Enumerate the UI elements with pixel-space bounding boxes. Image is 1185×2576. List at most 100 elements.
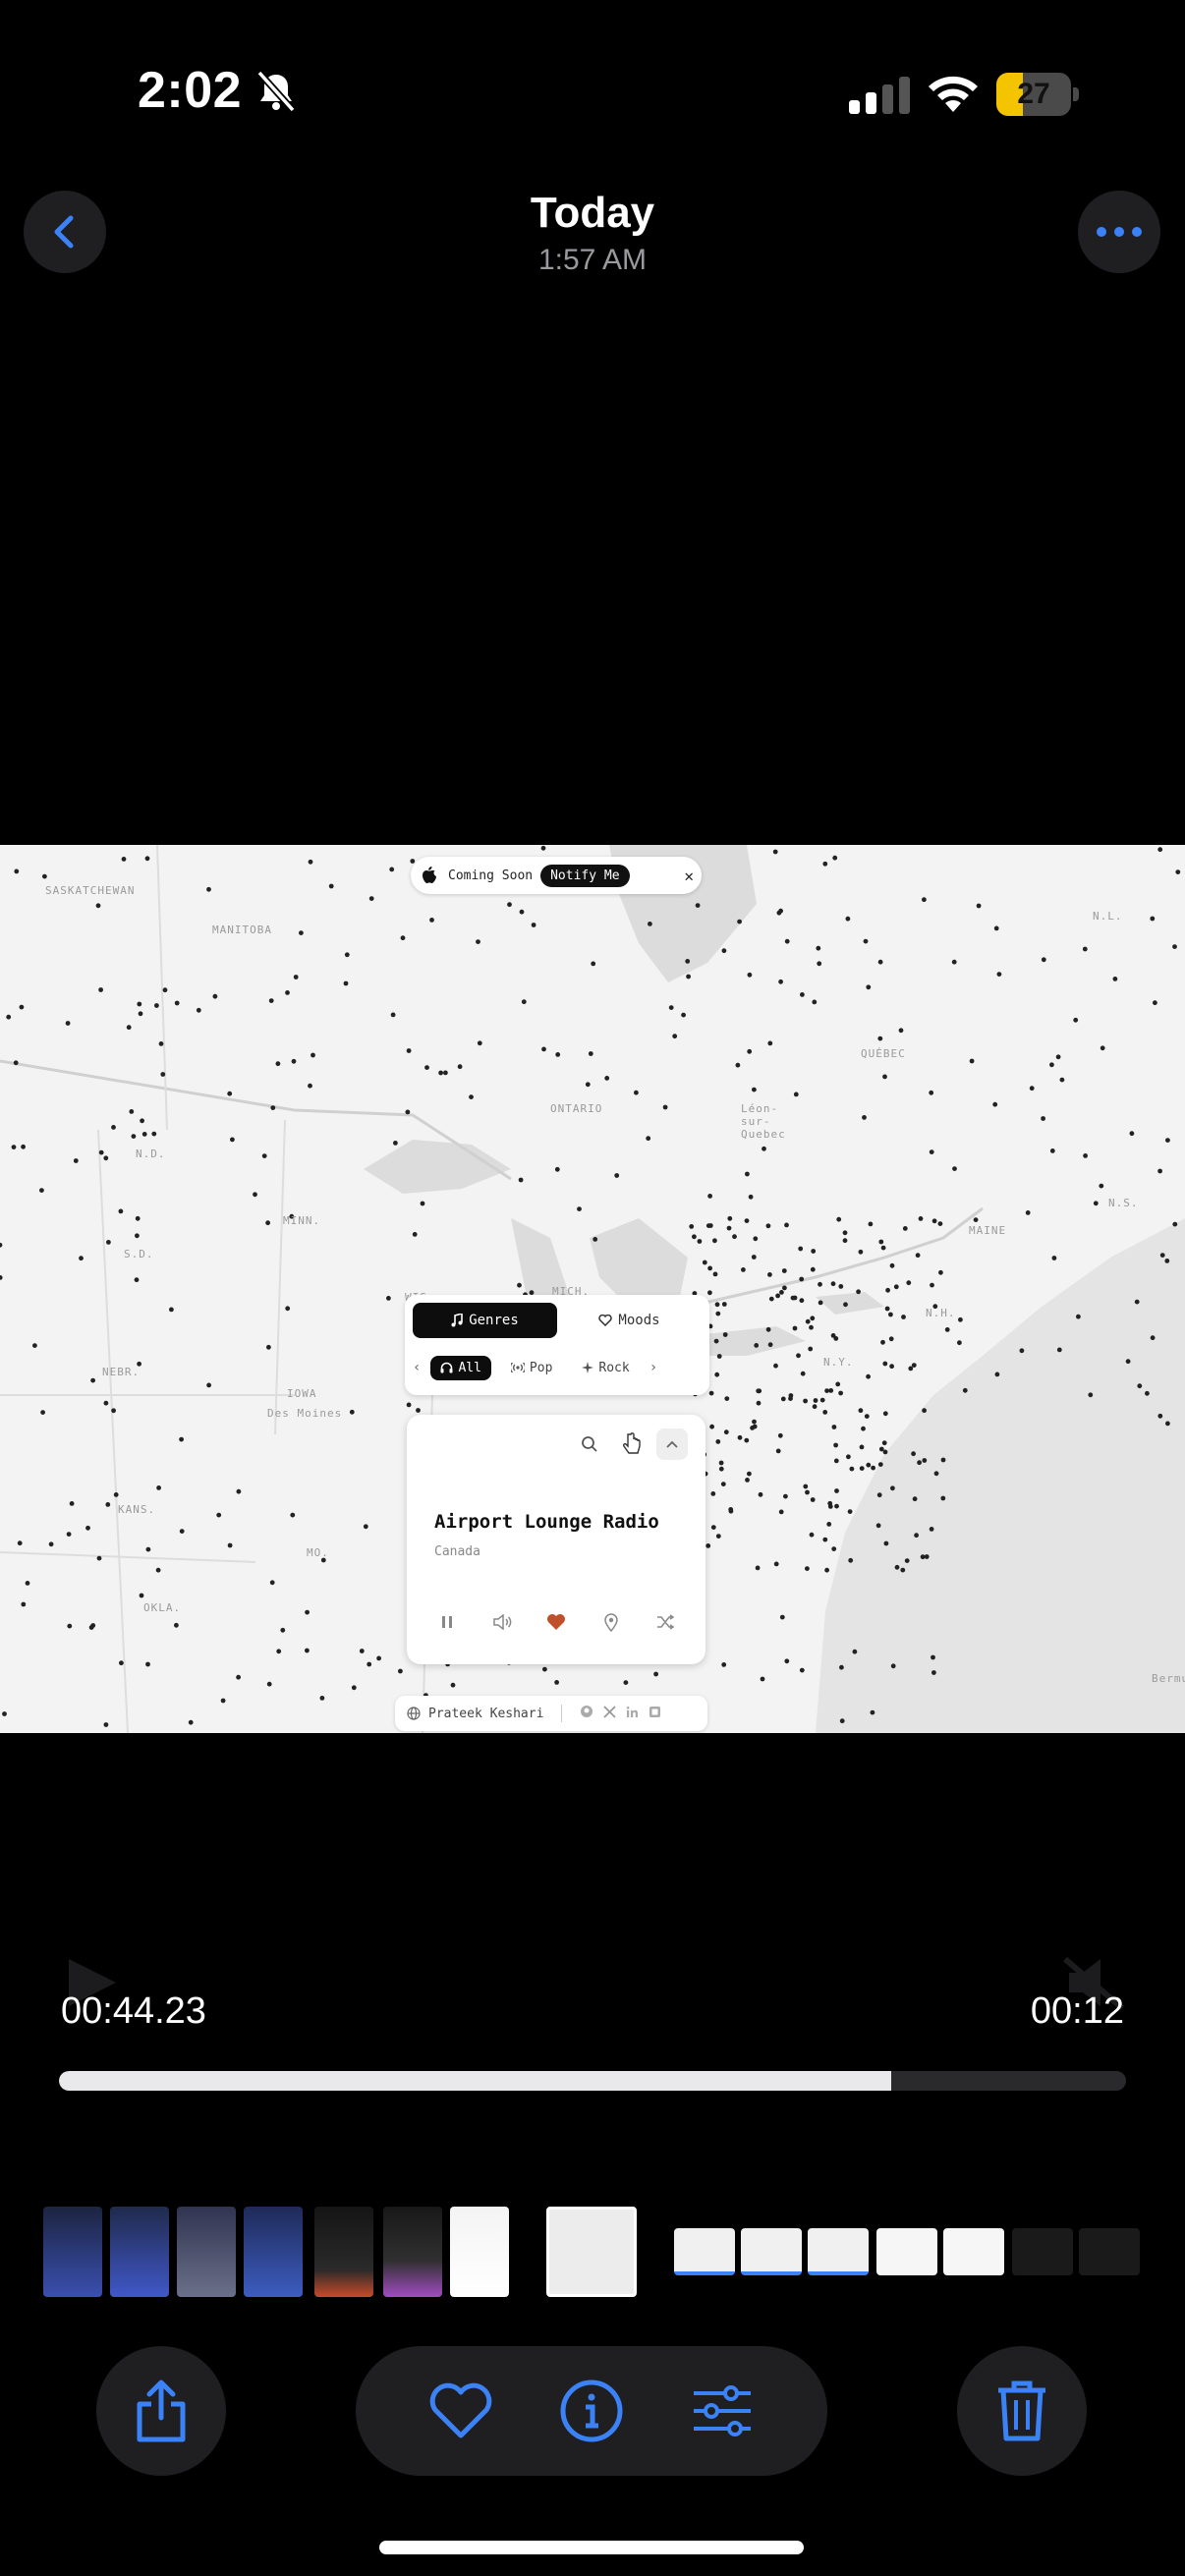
radio-station-dot[interactable] (918, 1216, 924, 1221)
radio-station-dot[interactable] (457, 1064, 463, 1070)
radio-station-dot[interactable] (911, 1363, 917, 1368)
radio-station-dot[interactable] (839, 1718, 845, 1724)
radio-station-dot[interactable] (728, 1507, 734, 1512)
radio-station-dot[interactable] (131, 1134, 137, 1139)
radio-station-dot[interactable] (944, 1327, 950, 1332)
radio-station-dot[interactable] (695, 903, 701, 908)
radio-station-dot[interactable] (299, 930, 304, 935)
radio-station-dot[interactable] (914, 1533, 919, 1539)
radio-station-dot[interactable] (285, 1306, 291, 1312)
radio-station-dot[interactable] (877, 1462, 883, 1467)
radio-station-dot[interactable] (784, 1658, 790, 1664)
radio-station-dot[interactable] (882, 1361, 888, 1367)
radio-station-dot[interactable] (305, 1648, 310, 1653)
radio-station-dot[interactable] (290, 1512, 296, 1518)
radio-station-dot[interactable] (111, 1408, 116, 1414)
radio-station-dot[interactable] (793, 1092, 799, 1097)
radio-station-dot[interactable] (894, 1564, 900, 1570)
radio-station-dot[interactable] (227, 1542, 233, 1548)
radio-station-dot[interactable] (917, 1460, 922, 1466)
favorite-button[interactable] (417, 2367, 505, 2455)
radio-station-dot[interactable] (144, 856, 150, 862)
radio-station-dot[interactable] (760, 1676, 765, 1682)
thumbnail[interactable] (314, 2207, 373, 2297)
radio-station-dot[interactable] (767, 1342, 773, 1348)
radio-station-dot[interactable] (126, 1025, 132, 1031)
radio-station-dot[interactable] (931, 1218, 937, 1224)
radio-station-dot[interactable] (140, 1118, 145, 1124)
radio-station-dot[interactable] (957, 1340, 962, 1346)
radio-station-dot[interactable] (230, 1137, 235, 1143)
radio-station-dot[interactable] (98, 987, 103, 992)
radio-station-dot[interactable] (1165, 1138, 1170, 1143)
radio-station-dot[interactable] (809, 1532, 815, 1538)
radio-station-dot[interactable] (765, 1223, 771, 1229)
tab-moods[interactable]: Moods (557, 1303, 702, 1338)
radio-station-dot[interactable] (750, 1426, 755, 1430)
radio-station-dot[interactable] (866, 984, 872, 990)
radio-station-dot[interactable] (842, 1230, 848, 1236)
radio-station-dot[interactable] (882, 1411, 888, 1417)
radio-station-dot[interactable] (976, 903, 982, 909)
radio-station-dot[interactable] (880, 1245, 886, 1251)
radio-station-dot[interactable] (833, 1458, 839, 1464)
radio-station-dot[interactable] (1055, 1054, 1061, 1060)
radio-station-dot[interactable] (270, 1105, 276, 1110)
radio-station-dot[interactable] (778, 1509, 784, 1515)
thumbnail[interactable] (110, 2207, 169, 2297)
radio-station-dot[interactable] (469, 1094, 474, 1099)
radio-station-dot[interactable] (973, 1217, 979, 1222)
radio-station-dot[interactable] (406, 1402, 412, 1408)
radio-station-dot[interactable] (835, 1381, 841, 1387)
share-button[interactable] (96, 2346, 226, 2476)
radio-station-dot[interactable] (268, 998, 274, 1003)
chevron-up-icon[interactable] (656, 1428, 688, 1460)
radio-station-dot[interactable] (412, 1232, 418, 1237)
radio-station-dot[interactable] (845, 916, 851, 922)
radio-station-dot[interactable] (798, 1246, 804, 1252)
radio-station-dot[interactable] (831, 1546, 837, 1551)
radio-station-dot[interactable] (781, 1268, 787, 1273)
more-options-button[interactable] (1078, 191, 1160, 273)
radio-station-dot[interactable] (646, 1136, 651, 1142)
radio-station-dot[interactable] (737, 1434, 743, 1440)
radio-station-dot[interactable] (662, 1104, 668, 1110)
filter-all[interactable]: All (430, 1355, 491, 1380)
radio-station-dot[interactable] (517, 1282, 522, 1288)
thumbnail[interactable] (43, 2207, 102, 2297)
radio-station-dot[interactable] (227, 1091, 233, 1096)
radio-station-dot[interactable] (846, 1454, 851, 1460)
radio-station-dot[interactable] (685, 959, 691, 964)
radio-station-dot[interactable] (179, 1436, 185, 1442)
radio-station-dot[interactable] (847, 1509, 853, 1514)
thumbnail[interactable] (808, 2228, 869, 2275)
radio-station-dot[interactable] (343, 980, 349, 986)
radio-station-dot[interactable] (911, 1451, 916, 1457)
radio-station-dot[interactable] (858, 1249, 864, 1255)
radio-station-dot[interactable] (398, 1668, 403, 1674)
radio-station-dot[interactable] (708, 1390, 714, 1396)
radio-station-dot[interactable] (748, 1194, 754, 1200)
radio-station-dot[interactable] (810, 1497, 816, 1502)
radio-station-dot[interactable] (169, 1307, 174, 1313)
radio-station-dot[interactable] (714, 1372, 720, 1377)
radio-station-dot[interactable] (937, 1221, 943, 1226)
radio-station-dot[interactable] (319, 1696, 325, 1701)
radio-station-dot[interactable] (285, 990, 290, 995)
radio-station-dot[interactable] (994, 1372, 1000, 1377)
radio-station-dot[interactable] (816, 945, 821, 951)
radio-station-dot[interactable] (293, 975, 299, 980)
radio-station-dot[interactable] (21, 1144, 26, 1149)
radio-station-dot[interactable] (858, 1408, 864, 1414)
radio-station-dot[interactable] (712, 1238, 717, 1244)
radio-station-dot[interactable] (135, 1233, 140, 1239)
radio-station-dot[interactable] (747, 1048, 753, 1054)
radio-station-dot[interactable] (832, 855, 838, 861)
radio-station-dot[interactable] (577, 1206, 582, 1211)
radio-station-dot[interactable] (800, 1371, 806, 1376)
radio-station-dot[interactable] (66, 1532, 72, 1537)
radio-station-dot[interactable] (826, 1522, 832, 1527)
radio-station-dot[interactable] (216, 1512, 222, 1518)
radio-station-dot[interactable] (416, 1408, 421, 1413)
search-icon[interactable] (574, 1428, 605, 1460)
